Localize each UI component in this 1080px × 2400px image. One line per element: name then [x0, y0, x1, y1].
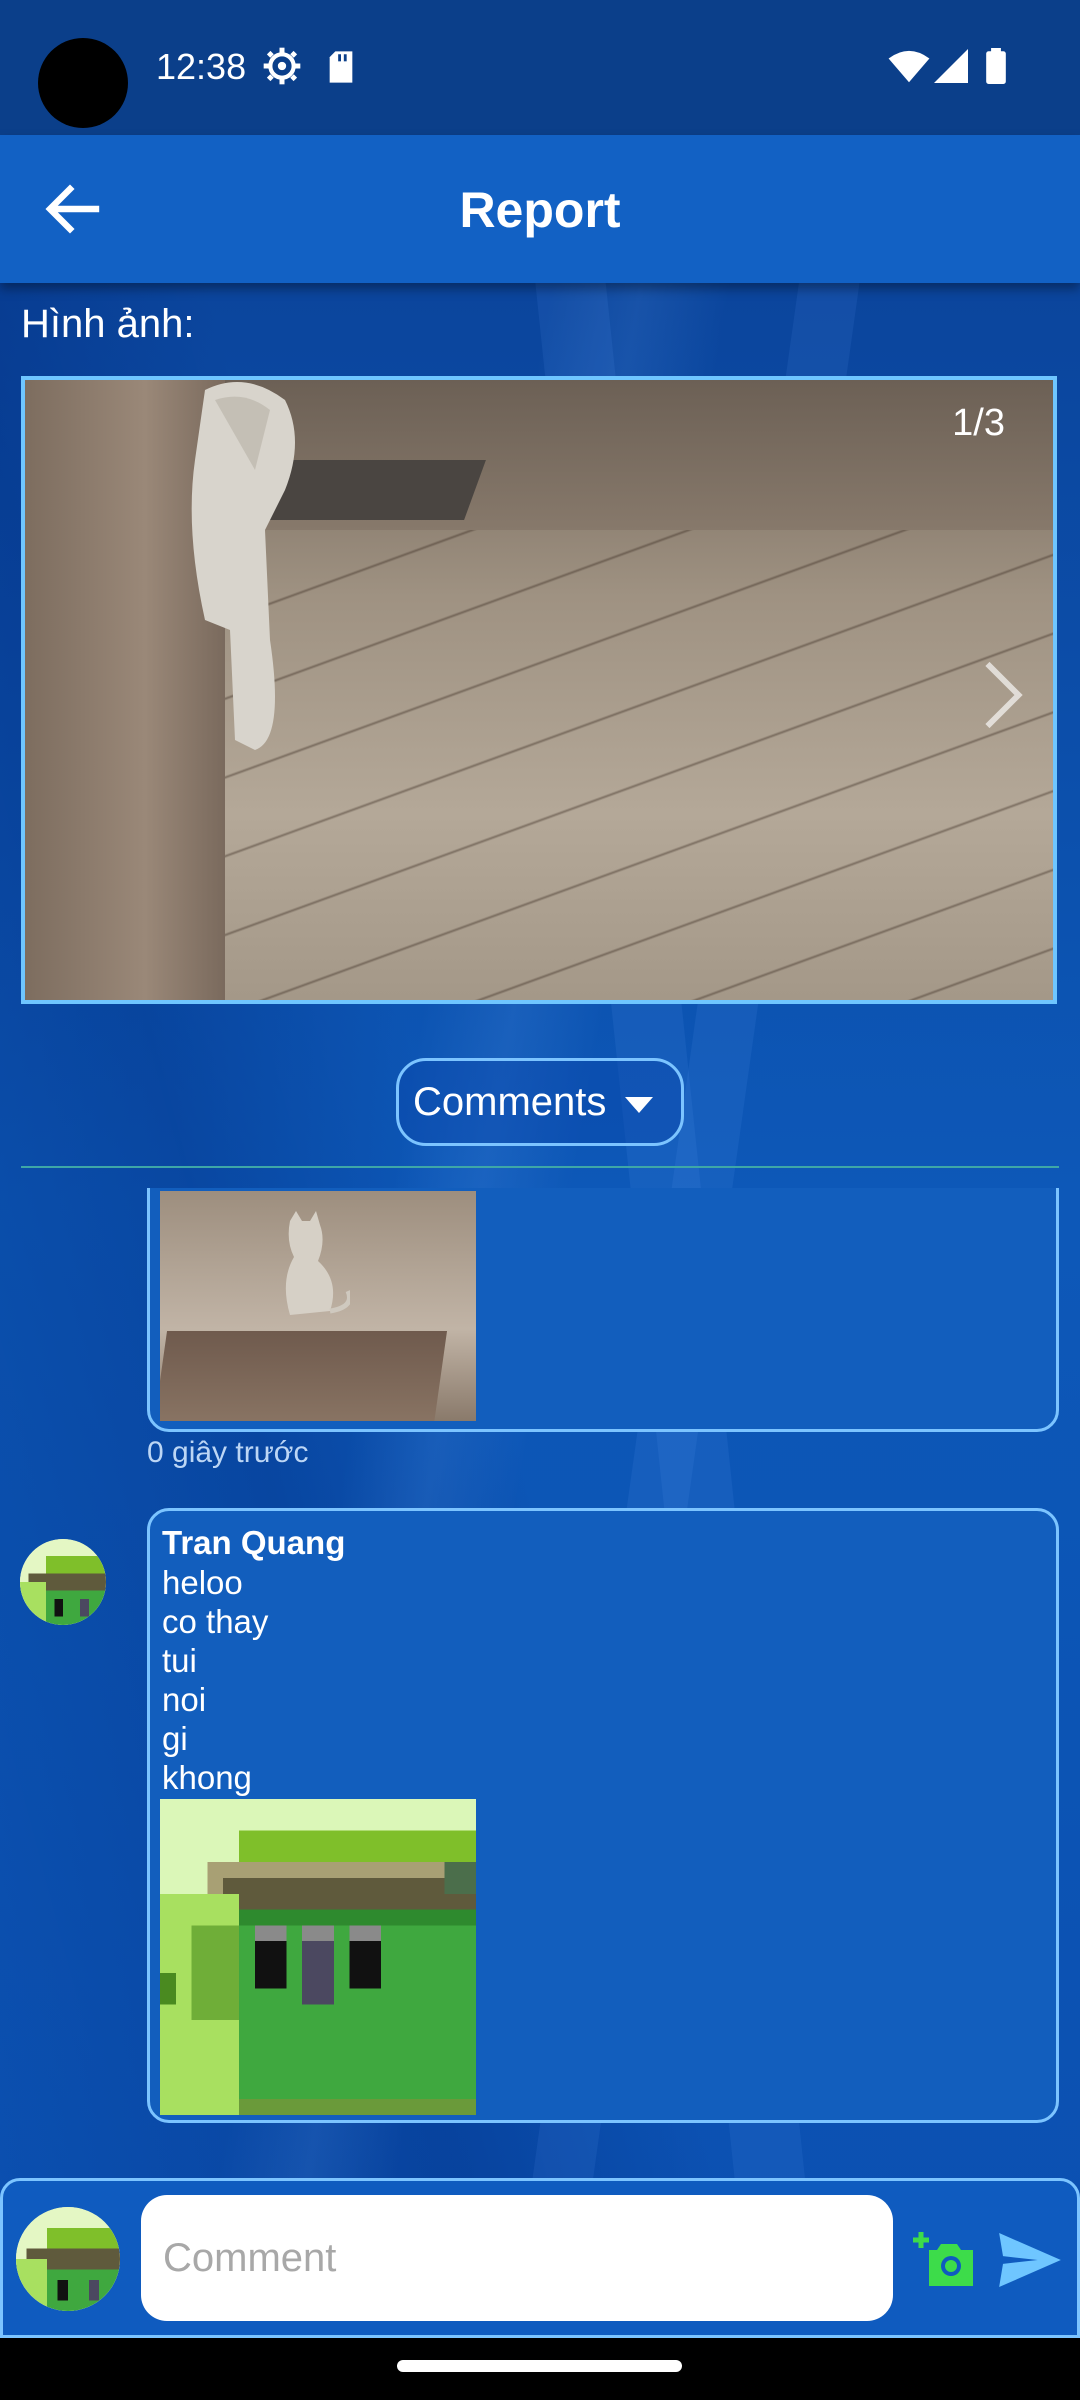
- avatar[interactable]: [20, 1539, 106, 1625]
- navigation-bar: [0, 2338, 1080, 2400]
- comment-text-line: heloo: [162, 1564, 243, 1601]
- comment-text-line: co thay: [162, 1603, 269, 1640]
- pixel-avatar-icon: [20, 1539, 106, 1625]
- image-counter: 1/3: [952, 402, 1005, 444]
- comment-bubble: [147, 1188, 1059, 1432]
- avatar[interactable]: [16, 2207, 120, 2311]
- comment-author: Tran Quang: [162, 1524, 346, 1561]
- home-indicator[interactable]: [397, 2360, 682, 2372]
- comment-text-line: tui: [162, 1642, 197, 1679]
- comment-text-line: gi: [162, 1720, 188, 1757]
- comment-bubble: Tran Quang heloo co thay tui noi gi khon…: [147, 1508, 1059, 2123]
- status-time: 12:38: [156, 46, 247, 87]
- pixel-art-image: [160, 1799, 476, 2115]
- caret-down-icon: [625, 1097, 653, 1113]
- sd-card-icon: [329, 51, 353, 83]
- divider: [21, 1166, 1059, 1168]
- page-title: Report: [459, 182, 621, 238]
- comments-list[interactable]: 0 giây trước Tran Quang heloo co thay tu…: [0, 1188, 1080, 2178]
- comment-input[interactable]: [141, 2195, 893, 2321]
- wifi-icon: [888, 50, 930, 83]
- dog-figure: [191, 382, 295, 750]
- pixel-avatar-icon: [16, 2207, 120, 2311]
- cat-figure: [285, 1211, 350, 1315]
- image-carousel[interactable]: 1/3: [21, 376, 1057, 1004]
- comment-text-line: noi: [162, 1681, 207, 1718]
- comments-dropdown-label: Comments: [413, 1079, 607, 1124]
- camera-cutout: [38, 38, 128, 128]
- signal-icon: [934, 49, 968, 83]
- comment-image[interactable]: [160, 1799, 476, 2115]
- comment-text-line: khong: [162, 1759, 252, 1796]
- images-section-label: Hình ảnh:: [21, 302, 195, 346]
- comment-composer: [0, 2178, 1080, 2338]
- app-bar: Report: [0, 135, 1080, 283]
- gear-icon: [263, 47, 301, 85]
- chevron-right-icon[interactable]: [981, 660, 1025, 730]
- comment-image[interactable]: [160, 1191, 476, 1421]
- status-bar: 12:38: [0, 0, 1080, 135]
- battery-icon: [986, 48, 1006, 84]
- comment-timestamp: 0 giây trước: [147, 1436, 309, 1469]
- comments-dropdown[interactable]: Comments: [396, 1058, 684, 1146]
- add-photo-icon[interactable]: [913, 2231, 977, 2289]
- send-icon[interactable]: [999, 2233, 1061, 2287]
- photo-rug: [160, 1331, 448, 1421]
